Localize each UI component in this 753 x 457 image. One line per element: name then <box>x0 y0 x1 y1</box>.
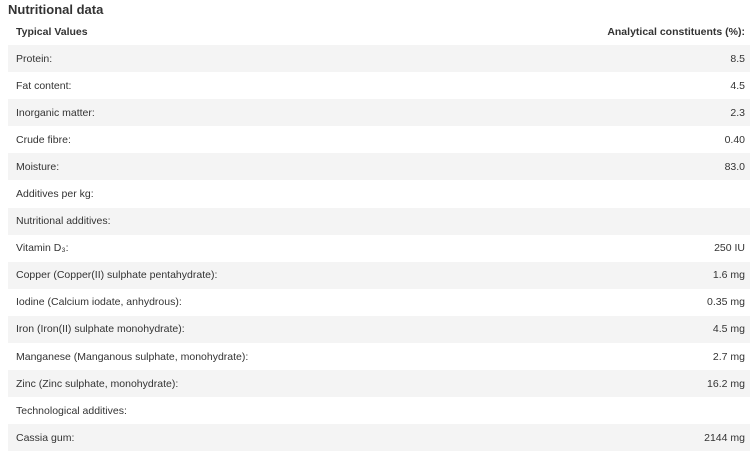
row-label: Iodine (Calcium iodate, anhydrous): <box>16 296 182 309</box>
table-row: Crude fibre: 0.40 <box>8 126 750 153</box>
table-row: Zinc (Zinc sulphate, monohydrate): 16.2 … <box>8 370 750 398</box>
row-value: 0.40 <box>724 133 745 146</box>
row-value: 2.7 mg <box>712 350 745 363</box>
row-value: 8.5 <box>730 52 745 65</box>
nutrition-table: Typical Values Analytical constituents (… <box>8 18 750 452</box>
row-label: Nutritional additives: <box>16 215 111 228</box>
header-analytical-constituents: Analytical constituents (%): <box>607 25 745 38</box>
table-row: Iodine (Calcium iodate, anhydrous): 0.35… <box>8 289 750 316</box>
header-typical-values: Typical Values <box>16 25 88 38</box>
table-row: Manganese (Manganous sulphate, monohydra… <box>8 343 750 370</box>
row-value: 2144 mg <box>704 431 745 444</box>
row-label: Cassia gum: <box>16 431 75 444</box>
row-value: 0.35 mg <box>707 296 745 309</box>
row-label: Vitamin D₃: <box>16 242 69 255</box>
row-label: Inorganic matter: <box>16 106 95 119</box>
row-value: 83.0 <box>724 160 745 173</box>
row-value: 250 IU <box>714 242 745 255</box>
row-label: Copper (Copper(II) sulphate pentahydrate… <box>16 269 218 282</box>
row-label: Moisture: <box>16 160 60 173</box>
table-row: Inorganic matter: 2.3 <box>8 99 750 127</box>
table-row: Fat content: 4.5 <box>8 72 750 99</box>
row-label: Additives per kg: <box>16 188 94 201</box>
row-value: 16.2 mg <box>707 377 745 390</box>
row-value: 4.5 mg <box>712 323 745 336</box>
table-row: Iron (Iron(II) sulphate monohydrate): 4.… <box>8 315 750 344</box>
table-row: Technological additives: <box>8 397 750 424</box>
table-header-row: Typical Values Analytical constituents (… <box>8 18 750 45</box>
row-label: Manganese (Manganous sulphate, monohydra… <box>16 350 249 363</box>
row-label: Crude fibre: <box>16 133 71 146</box>
section-title: Nutritional data <box>8 2 104 17</box>
table-row: Nutritional additives: <box>8 207 750 235</box>
table-row: Vitamin D₃: 250 IU <box>8 235 750 262</box>
nutrition-panel: Nutritional data Typical Values Analytic… <box>0 0 753 457</box>
table-row: Copper (Copper(II) sulphate pentahydrate… <box>8 261 750 289</box>
row-value: 1.6 mg <box>712 269 745 282</box>
row-label: Protein: <box>16 52 53 65</box>
row-value: 2.3 <box>730 106 745 119</box>
table-row: Cassia gum: 2144 mg <box>8 424 750 452</box>
table-row: Protein: 8.5 <box>8 45 750 73</box>
row-label: Zinc (Zinc sulphate, monohydrate): <box>16 377 179 390</box>
row-label: Technological additives: <box>16 404 127 417</box>
table-row: Moisture: 83.0 <box>8 153 750 181</box>
row-label: Iron (Iron(II) sulphate monohydrate): <box>16 323 185 336</box>
row-value: 4.5 <box>730 79 745 92</box>
table-row: Additives per kg: <box>8 180 750 207</box>
row-label: Fat content: <box>16 79 72 92</box>
